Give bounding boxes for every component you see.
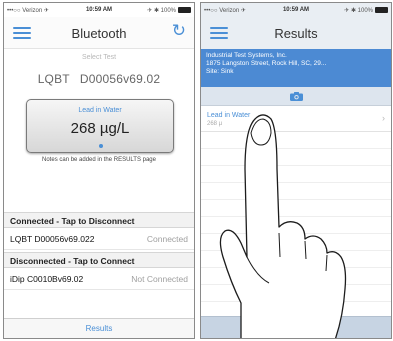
company-name: Industrial Test Systems, Inc. — [206, 52, 287, 59]
site-name: Site: Sink — [206, 68, 234, 75]
connection-state: Not Connected — [131, 274, 188, 284]
device-name: LQBT D00056v69.022 — [10, 234, 95, 244]
battery-icon — [375, 7, 388, 13]
result-value: 268 µg/L — [70, 120, 130, 137]
notes-hint: Notes can be added in the RESULTS page — [42, 157, 156, 163]
device-name: iDip C0010Bv69.02 — [10, 274, 84, 284]
status-bar: •••○○ Verizon ✈ 10:59 AM ✈ ✱ 100% — [4, 3, 194, 17]
camera-bar[interactable] — [201, 87, 391, 106]
result-card[interactable]: Lead in Water 268 µg/L — [26, 99, 174, 153]
nav-bar: Bluetooth ↻ — [4, 17, 194, 49]
connected-section-header: Connected - Tap to Disconnect — [4, 212, 194, 228]
status-bar: •••○○ Verizon ✈ 10:59 AM ✈ ✱ 100% — [201, 3, 391, 17]
battery-icon — [178, 7, 191, 13]
battery-label: ✈ ✱ 100% — [344, 8, 373, 14]
results-screen: •••○○ Verizon ✈ 10:59 AM ✈ ✱ 100% Result… — [200, 2, 392, 339]
device-model: LQBT — [37, 72, 70, 86]
camera-icon[interactable] — [290, 92, 303, 101]
connected-device-row[interactable]: LQBT D00056v69.022 Connected — [4, 228, 194, 250]
pointing-hand-illustration — [219, 114, 347, 338]
device-title: LQBT D00056v69.02 — [4, 72, 194, 86]
device-serial: D00056v69.02 — [79, 72, 161, 86]
site-address: 1875 Langston Street, Rock Hill, SC, 29.… — [206, 60, 327, 67]
results-button[interactable]: Results — [4, 318, 194, 338]
bluetooth-screen: •••○○ Verizon ✈ 10:59 AM ✈ ✱ 100% Blueto… — [3, 2, 195, 339]
site-info-panel: Industrial Test Systems, Inc. 1875 Langs… — [201, 49, 391, 87]
connection-state: Connected — [146, 234, 188, 244]
page-title: Bluetooth — [71, 26, 127, 41]
refresh-icon[interactable]: ↻ — [172, 22, 186, 39]
page-title: Results — [274, 26, 318, 41]
nav-bar: Results — [201, 17, 391, 49]
page-indicator-dot — [99, 144, 103, 148]
select-test-button[interactable]: Select Test — [4, 54, 194, 61]
disconnected-section-header: Disconnected - Tap to Connect — [4, 252, 194, 268]
disconnected-device-row[interactable]: iDip C0010Bv69.02 Not Connected — [4, 268, 194, 290]
result-label: Lead in Water — [78, 107, 122, 114]
chevron-right-icon: › — [382, 113, 385, 123]
battery-label: ✈ ✱ 100% — [147, 8, 176, 14]
